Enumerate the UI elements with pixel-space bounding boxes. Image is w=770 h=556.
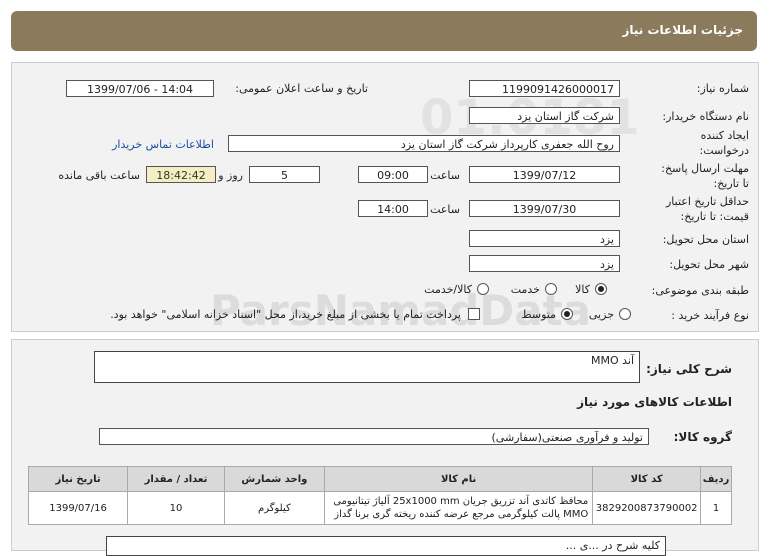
deadline-label-2: تا تاریخ: xyxy=(713,177,749,190)
deadline-time-label: ساعت xyxy=(430,169,460,182)
creator-field: روح الله جعفری کارپرداز شرکت گاز استان ی… xyxy=(228,135,620,152)
days-remaining-field: 5 xyxy=(249,166,320,183)
cell-name-line-1: محافظ کاتدی آند تزریق جریان 25x1000 mm آ… xyxy=(333,496,589,507)
deadline-date-field: 1399/07/12 xyxy=(469,166,620,183)
cell-date: 1399/07/16 xyxy=(27,491,129,525)
province-label: استان محل تحویل: xyxy=(662,233,749,246)
cell-qty: 10 xyxy=(127,491,225,525)
goods-info-title: اطلاعات کالاهای مورد نیاز xyxy=(577,395,732,409)
validity-time-field: 14:00 xyxy=(358,200,428,217)
need-info-panel xyxy=(11,62,759,332)
col-qty-header: تعداد / مقدار xyxy=(127,466,225,492)
process-medium-label: متوسط xyxy=(521,308,556,321)
need-number-field: 1199091426000017 xyxy=(469,80,620,97)
process-label: نوع فرآیند خرید : xyxy=(671,309,749,322)
goods-group-field: تولید و فرآوری صنعتی(سفارشی) xyxy=(99,428,649,445)
col-date-header: تاریخ نیاز xyxy=(27,466,129,492)
cell-name: محافظ کاتدی آند تزریق جریان 25x1000 mm آ… xyxy=(323,491,594,525)
category-goods-label: کالا xyxy=(575,283,590,296)
buyer-field: شرکت گاز استان یزد xyxy=(469,107,620,124)
category-goods-radio[interactable] xyxy=(595,283,607,295)
validity-label-2: قیمت: تا تاریخ: xyxy=(680,210,749,223)
goods-group-label: گروه کالا: xyxy=(673,430,732,444)
city-label: شهر محل تحویل: xyxy=(669,258,749,271)
col-row-header: ردیف xyxy=(700,466,732,492)
goods-table: ردیف کد کالا نام کالا واحد شمارش تعداد /… xyxy=(27,466,732,525)
process-minor-radio[interactable] xyxy=(619,308,631,320)
announce-field: 1399/07/06 - 14:04 xyxy=(66,80,214,97)
col-code-header: کد کالا xyxy=(592,466,702,492)
deadline-label-1: مهلت ارسال پاسخ: xyxy=(661,162,749,175)
validity-date-field: 1399/07/30 xyxy=(469,200,620,217)
cell-unit: کیلوگرم xyxy=(223,491,325,525)
announce-label: تاریخ و ساعت اعلان عمومی: xyxy=(235,82,368,95)
contact-info-link[interactable]: اطلاعات تماس خریدار xyxy=(112,138,214,151)
remaining-time-label: ساعت باقی مانده xyxy=(58,169,140,182)
table-row: 1 3829200873790002 محافظ کاتدی آند تزریق… xyxy=(27,491,732,525)
city-field: یزد xyxy=(469,255,620,272)
description-label: شرح کلی نیاز: xyxy=(646,362,732,376)
remaining-time-field: 18:42:42 xyxy=(146,166,216,183)
category-goods-service-label: کالا/خدمت xyxy=(424,283,472,296)
process-minor-label: جزیی xyxy=(588,308,614,321)
process-medium-radio[interactable] xyxy=(561,308,573,320)
cell-code: 3829200873790002 xyxy=(592,491,702,525)
category-service-radio[interactable] xyxy=(545,283,557,295)
validity-label-1: حداقل تاریخ اعتبار xyxy=(665,195,749,208)
treasury-payment-note: پرداخت تمام یا بخشی از مبلغ خرید،از محل … xyxy=(110,308,461,321)
notes-field: کلیه شرح در ...ی ... xyxy=(106,536,666,556)
need-number-label: شماره نیاز: xyxy=(696,82,749,95)
col-unit-header: واحد شمارش xyxy=(223,466,325,492)
cell-row: 1 xyxy=(700,491,732,525)
description-field: آند MMO xyxy=(94,351,640,383)
page-title: جزئیات اطلاعات نیاز xyxy=(622,23,743,37)
category-service-label: خدمت xyxy=(510,283,540,296)
goods-table-header: ردیف کد کالا نام کالا واحد شمارش تعداد /… xyxy=(27,466,732,492)
province-field: یزد xyxy=(469,230,620,247)
deadline-time-field: 09:00 xyxy=(358,166,428,183)
creator-label-1: ایجاد کننده xyxy=(700,129,749,142)
category-goods-service-radio[interactable] xyxy=(477,283,489,295)
days-label: روز و xyxy=(218,169,243,182)
category-label: طبقه بندی موضوعی: xyxy=(651,284,749,297)
treasury-payment-checkbox[interactable] xyxy=(468,308,480,320)
page-title-bar: جزئیات اطلاعات نیاز xyxy=(11,11,757,51)
validity-time-label: ساعت xyxy=(430,203,460,216)
creator-label-2: درخواست: xyxy=(699,144,749,157)
col-name-header: نام کالا xyxy=(323,466,594,492)
cell-name-line-2: MMO پالت کیلوگرمی مرجع عرضه کننده ریخته … xyxy=(334,509,589,520)
buyer-label: نام دستگاه خریدار: xyxy=(662,110,749,123)
